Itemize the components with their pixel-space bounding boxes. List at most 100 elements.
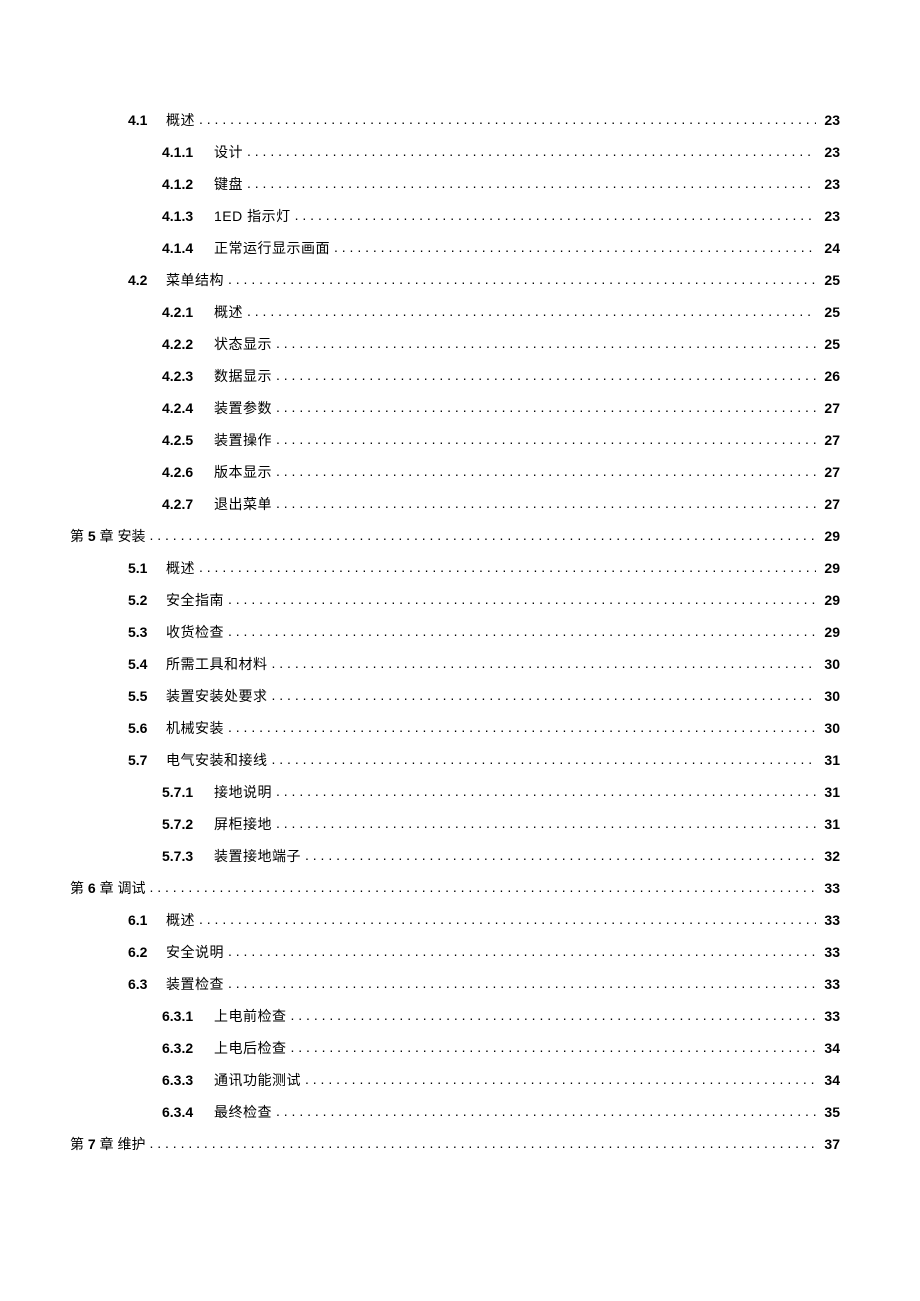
toc-page-number: 23	[820, 176, 840, 192]
toc-entry[interactable]: 4.2.6版本显示 27	[70, 462, 840, 494]
toc-entry[interactable]: 5.3收货检查29	[70, 622, 840, 654]
toc-page-number: 29	[820, 560, 840, 576]
toc-entry[interactable]: 4.1概述23	[70, 110, 840, 142]
toc-entry[interactable]: 4.2.4装置参数27	[70, 398, 840, 430]
toc-entry[interactable]: 4.1.31ED 指示灯23	[70, 206, 840, 238]
toc-title: 机械安装	[166, 718, 224, 738]
toc-leaders	[305, 847, 816, 861]
toc-number: 4.2.3	[162, 368, 214, 384]
toc-page-number: 35	[820, 1104, 840, 1120]
toc-leaders	[228, 271, 816, 285]
toc-title: 最终检查	[214, 1102, 272, 1122]
toc-entry[interactable]: 5.7.3装置接地端子32	[70, 846, 840, 878]
toc-entry[interactable]: 5.7.1接地说明31	[70, 782, 840, 814]
toc-number: 4.2.2	[162, 336, 214, 352]
toc-entry[interactable]: 6.3.2上电后检查34	[70, 1038, 840, 1070]
toc-entry[interactable]: 4.1.4正常运行显示画面24	[70, 238, 840, 270]
toc-number: 5.5	[128, 688, 166, 704]
toc-title: 数据显示	[214, 366, 272, 386]
toc-entry[interactable]: 4.2.1概述25	[70, 302, 840, 334]
toc-number: 6.3	[128, 976, 166, 992]
toc-page-number: 24	[820, 240, 840, 256]
toc-title: 安全说明	[166, 942, 224, 962]
toc-leaders	[334, 239, 816, 253]
toc-title: 安全指南	[166, 590, 224, 610]
toc-page-number: 33	[820, 976, 840, 992]
toc-leaders	[272, 751, 817, 765]
toc-entry[interactable]: 5.7.2屏柜接地31	[70, 814, 840, 846]
toc-entry[interactable]: 4.2.3数据显示26	[70, 366, 840, 398]
toc-title: 上电前检查	[214, 1006, 287, 1026]
toc-page: 4.1概述234.1.1设计234.1.2键盘234.1.31ED 指示灯234…	[0, 0, 920, 1226]
toc-entry[interactable]: 第 7 章 维护 37	[70, 1134, 840, 1166]
toc-title: 版本显示	[214, 462, 272, 482]
toc-entry[interactable]: 4.2.7退出菜单27	[70, 494, 840, 526]
toc-leaders	[276, 783, 816, 797]
toc-entry[interactable]: 第 6 章 调试 33	[70, 878, 840, 910]
toc-page-number: 30	[820, 688, 840, 704]
toc-number: 6.3.2	[162, 1040, 214, 1056]
toc-entry[interactable]: 4.2菜单结构25	[70, 270, 840, 302]
toc-entry[interactable]: 5.6机械安装30	[70, 718, 840, 750]
toc-page-number: 37	[820, 1136, 840, 1152]
toc-number: 6.1	[128, 912, 166, 928]
toc-entry[interactable]: 5.1概述29	[70, 558, 840, 590]
toc-leaders	[276, 335, 816, 349]
toc-page-number: 27	[820, 464, 840, 480]
toc-title: 装置参数	[214, 398, 272, 418]
toc-page-number: 29	[820, 592, 840, 608]
toc-leaders	[149, 1135, 816, 1149]
toc-title: 装置安装处要求	[166, 686, 268, 706]
toc-number: 4.1.3	[162, 208, 214, 224]
toc-page-number: 33	[820, 944, 840, 960]
toc-number: 4.2.5	[162, 432, 214, 448]
toc-leaders	[228, 591, 816, 605]
toc-entry[interactable]: 第 5 章 安装29	[70, 526, 840, 558]
toc-entry[interactable]: 5.2安全指南29	[70, 590, 840, 622]
toc-page-number: 27	[820, 496, 840, 512]
toc-title: 收货检查	[166, 622, 224, 642]
toc-entry[interactable]: 6.1概述33	[70, 910, 840, 942]
toc-title: 屏柜接地	[214, 814, 272, 834]
toc-number: 6.3.4	[162, 1104, 214, 1120]
toc-chapter-title: 第 6 章 调试	[70, 878, 145, 898]
toc-leaders	[199, 911, 816, 925]
toc-title: 装置接地端子	[214, 846, 301, 866]
toc-title: 菜单结构	[166, 270, 224, 290]
toc-number: 5.4	[128, 656, 166, 672]
toc-page-number: 33	[820, 1008, 840, 1024]
toc-title: 退出菜单	[214, 494, 272, 514]
toc-entry[interactable]: 4.1.1设计23	[70, 142, 840, 174]
toc-entry[interactable]: 5.4所需工具和材料30	[70, 654, 840, 686]
toc-entry[interactable]: 6.3.1上电前检查33	[70, 1006, 840, 1038]
toc-entry[interactable]: 6.2安全说明33	[70, 942, 840, 974]
toc-entry[interactable]: 5.7电气安装和接线 31	[70, 750, 840, 782]
toc-entry[interactable]: 6.3.3通讯功能测试34	[70, 1070, 840, 1102]
toc-entry[interactable]: 4.1.2键盘23	[70, 174, 840, 206]
toc-number: 5.1	[128, 560, 166, 576]
toc-number: 4.1	[128, 112, 166, 128]
toc-chapter-title: 第 7 章 维护	[70, 1134, 145, 1154]
toc-entry[interactable]: 4.2.5装置操作27	[70, 430, 840, 462]
toc-page-number: 23	[820, 112, 840, 128]
toc-entry[interactable]: 6.3.4最终检查 35	[70, 1102, 840, 1134]
toc-page-number: 23	[820, 144, 840, 160]
toc-page-number: 33	[820, 880, 840, 896]
toc-number: 4.2.6	[162, 464, 214, 480]
toc-number: 6.3.3	[162, 1072, 214, 1088]
toc-title: 电气安装和接线	[166, 750, 268, 770]
toc-chapter-title: 第 5 章 安装	[70, 526, 145, 546]
toc-leaders	[291, 1039, 817, 1053]
toc-leaders	[276, 495, 816, 509]
toc-number: 5.7	[128, 752, 166, 768]
toc-title: 键盘	[214, 174, 243, 194]
toc-number: 5.7.1	[162, 784, 214, 800]
toc-entry[interactable]: 6.3装置检查33	[70, 974, 840, 1006]
toc-title: 状态显示	[214, 334, 272, 354]
toc-entry[interactable]: 4.2.2状态显示25	[70, 334, 840, 366]
toc-page-number: 27	[820, 432, 840, 448]
toc-page-number: 31	[820, 784, 840, 800]
toc-entry[interactable]: 5.5装置安装处要求 30	[70, 686, 840, 718]
toc-leaders	[149, 879, 816, 893]
toc-page-number: 31	[820, 752, 840, 768]
